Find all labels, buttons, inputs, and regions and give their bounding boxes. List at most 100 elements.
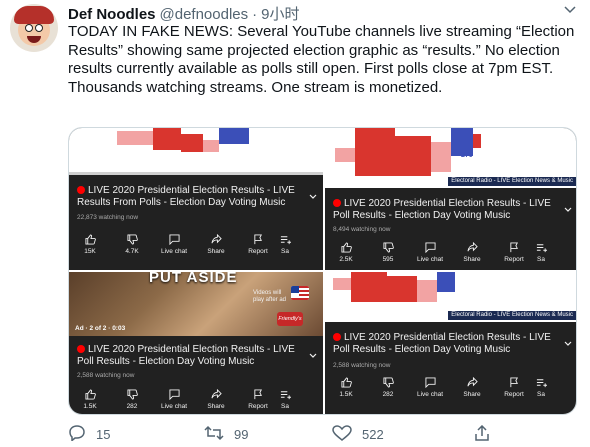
- election-map: [69, 128, 323, 175]
- live-indicator-icon: [333, 333, 341, 341]
- action-bar: 15K 4.7K Live chat Share Report Sa: [69, 233, 323, 255]
- channel-banner: Electoral Radio - LIVE Election News & M…: [448, 177, 576, 186]
- ad-video-notice: Videos will play after ad: [253, 290, 287, 303]
- like-count: 15K: [84, 248, 96, 255]
- like-count: 522: [362, 426, 384, 442]
- dislike-button[interactable]: 595: [367, 241, 409, 263]
- like-count: 1.5K: [83, 403, 97, 410]
- dislike-button[interactable]: 4.7K: [111, 233, 153, 255]
- retweet-button[interactable]: 99: [204, 424, 248, 444]
- stream-screenshot-1[interactable]: LIVE 2020 Presidential Election Results …: [69, 128, 323, 270]
- share-button[interactable]: Share: [195, 233, 237, 255]
- share-button[interactable]: Share: [451, 241, 493, 263]
- thumbs-up-icon: [340, 376, 352, 388]
- share-button[interactable]: Share: [195, 388, 237, 410]
- heart-icon: [332, 424, 352, 444]
- save-button[interactable]: Sa: [535, 241, 547, 263]
- report-button[interactable]: Report: [493, 376, 535, 398]
- tweet[interactable]: Def Noodles @defnoodles · 9小时 TODAY IN F…: [0, 0, 590, 447]
- separator-dot: ·: [252, 6, 258, 23]
- stream-title[interactable]: LIVE 2020 Presidential Election Results …: [77, 344, 305, 368]
- live-indicator-icon: [333, 199, 341, 207]
- report-button[interactable]: Report: [237, 233, 279, 255]
- viewer-count: 2,588 watching now: [77, 372, 135, 379]
- like-button[interactable]: 1.5K: [69, 388, 111, 410]
- live-chat-button[interactable]: Live chat: [153, 388, 195, 410]
- action-bar: 1.5K 282 Live chat Share Report Sa: [69, 388, 323, 410]
- stream-title[interactable]: LIVE 2020 Presidential Election Results …: [333, 332, 560, 356]
- menu-chevron-icon[interactable]: [564, 334, 572, 346]
- share-label: Share: [207, 403, 225, 410]
- menu-chevron-icon[interactable]: [564, 200, 572, 212]
- live-chat-label: Live chat: [160, 248, 188, 255]
- stream-screenshot-4[interactable]: Electoral Radio - LIVE Election News & M…: [325, 272, 576, 414]
- report-button[interactable]: Report: [493, 241, 535, 263]
- like-count: 1.5K: [339, 391, 353, 398]
- flag-icon: [291, 286, 309, 300]
- menu-chevron-icon[interactable]: [309, 346, 317, 358]
- election-map: Electoral Radio - LIVE Election News & M…: [325, 272, 576, 322]
- avatar-hair: [14, 6, 54, 24]
- thumbs-up-icon: [84, 388, 96, 400]
- dislike-button[interactable]: 282: [111, 388, 153, 410]
- stream-info: LIVE 2020 Presidential Election Results …: [69, 175, 323, 270]
- reply-icon: [68, 424, 86, 444]
- share-button[interactable]: [474, 424, 490, 444]
- save-label: Sa: [281, 248, 289, 255]
- more-options-icon[interactable]: [562, 6, 578, 20]
- thumbs-down-icon: [126, 233, 138, 245]
- thumbs-down-icon: [382, 376, 394, 388]
- reply-button[interactable]: 15: [68, 424, 110, 444]
- display-name[interactable]: Def Noodles: [68, 6, 156, 23]
- viewer-count: 22,873 watching now: [77, 214, 139, 221]
- retweet-icon: [204, 425, 224, 444]
- avatar[interactable]: [10, 4, 58, 52]
- stream-screenshot-2[interactable]: 270 Electoral Radio - LIVE Election News…: [325, 128, 576, 270]
- thumbs-up-icon: [340, 241, 352, 253]
- like-button[interactable]: 2.5K: [325, 241, 367, 263]
- share-label: Share: [463, 256, 481, 263]
- live-chat-label: Live chat: [416, 256, 444, 263]
- stream-info: LIVE 2020 Presidential Election Results …: [325, 322, 576, 414]
- like-button[interactable]: 15K: [69, 233, 111, 255]
- share-label: Share: [207, 248, 225, 255]
- share-button[interactable]: Share: [451, 376, 493, 398]
- thumbs-up-icon: [84, 233, 96, 245]
- stream-title[interactable]: LIVE 2020 Presidential Election Results …: [333, 198, 560, 222]
- save-label: Sa: [537, 391, 545, 398]
- dislike-button[interactable]: 282: [367, 376, 409, 398]
- chat-icon: [424, 241, 436, 253]
- save-icon: [535, 376, 547, 388]
- stream-screenshot-3[interactable]: PUT ASIDE Videos will play after ad Frie…: [69, 272, 323, 414]
- report-label: Report: [248, 248, 268, 255]
- like-button[interactable]: 1.5K: [325, 376, 367, 398]
- tweet-actions: 15 99 522: [68, 424, 580, 444]
- video-ad[interactable]: PUT ASIDE Videos will play after ad Frie…: [69, 272, 323, 336]
- save-button[interactable]: Sa: [279, 388, 291, 410]
- stream-info: LIVE 2020 Presidential Election Results …: [69, 336, 323, 414]
- media-grid[interactable]: LIVE 2020 Presidential Election Results …: [68, 127, 577, 415]
- live-indicator-icon: [77, 186, 85, 194]
- stream-info: LIVE 2020 Presidential Election Results …: [325, 188, 576, 270]
- timestamp[interactable]: 9小时: [261, 3, 299, 24]
- like-button[interactable]: 522: [332, 424, 384, 444]
- save-label: Sa: [281, 403, 289, 410]
- live-chat-button[interactable]: Live chat: [409, 376, 451, 398]
- live-chat-button[interactable]: Live chat: [153, 233, 195, 255]
- menu-chevron-icon[interactable]: [309, 187, 317, 199]
- save-button[interactable]: Sa: [535, 376, 547, 398]
- avatar-eye: [35, 24, 43, 32]
- live-chat-button[interactable]: Live chat: [409, 241, 451, 263]
- report-label: Report: [504, 256, 524, 263]
- share-icon: [466, 241, 478, 253]
- stream-title[interactable]: LIVE 2020 Presidential Election Results …: [77, 185, 305, 209]
- save-label: Sa: [537, 256, 545, 263]
- electoral-votes-needed: 270: [461, 152, 473, 159]
- live-chat-label: Live chat: [416, 391, 444, 398]
- user-handle[interactable]: @defnoodles: [160, 6, 249, 23]
- live-indicator-icon: [77, 345, 85, 353]
- chat-icon: [168, 388, 180, 400]
- report-button[interactable]: Report: [237, 388, 279, 410]
- tweet-header: Def Noodles @defnoodles · 9小时: [68, 3, 299, 23]
- save-button[interactable]: Sa: [279, 233, 291, 255]
